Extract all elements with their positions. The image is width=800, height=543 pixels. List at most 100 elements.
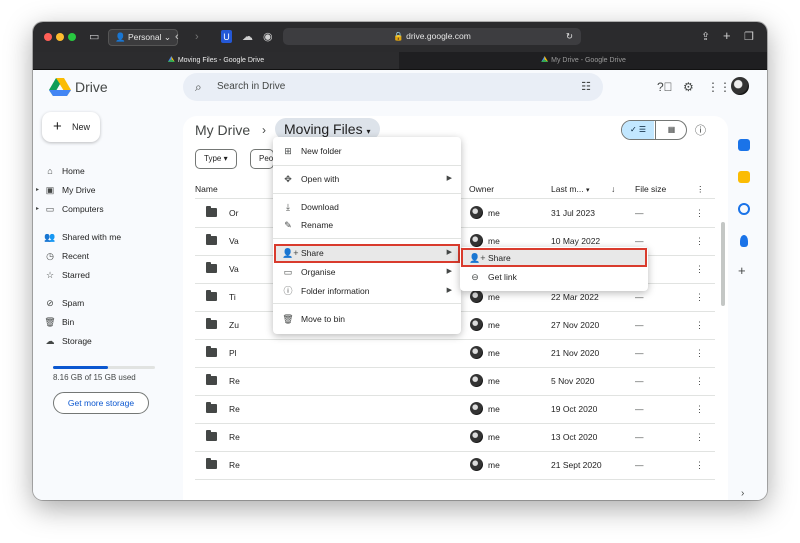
zoom-window-button[interactable] [68,33,76,41]
expand-arrow-icon[interactable]: ▸ [36,181,39,199]
search-options-icon[interactable]: ☷ [581,80,591,93]
search-input[interactable]: Search in Drive [217,73,285,101]
menu-item-organise[interactable]: ▭ Organise ▶ [273,263,461,281]
type-filter-chip[interactable]: Type ▾ [195,149,237,169]
address-bar[interactable]: 🔒 drive.google.com ↻ [283,28,581,45]
add-addon-icon[interactable]: + [738,263,746,278]
breadcrumb-separator-icon: › [262,123,266,137]
menu-item-label: Open with [301,174,340,184]
reload-icon[interactable]: ↻ [566,28,573,45]
folder-icon [206,234,217,245]
table-row[interactable]: Re me 5 Nov 2020 — ⋮ [195,367,715,396]
menu-item-download[interactable]: ⤓ Download [273,198,461,216]
sidebar-item-recent[interactable]: ◷ Recent [43,247,89,265]
table-row[interactable]: Re me 13 Oct 2020 — ⋮ [195,423,715,452]
browser-titlebar: ▭ 👤 Personal ⌄ ‹ › U ☁ ◉ 🔒 drive.google.… [33,22,767,52]
menu-item-move-to-bin[interactable]: 🗑 Move to bin [273,310,461,328]
profile-selector[interactable]: 👤 Personal ⌄ [108,29,178,46]
calendar-icon[interactable] [738,139,750,151]
file-size: — [635,432,644,442]
view-toggle[interactable]: ✓ ☰ ▦ [621,120,687,140]
more-actions-icon[interactable]: ⋮ [695,227,704,255]
column-header-modified[interactable]: Last m... ▾ [551,182,589,198]
sort-direction-icon[interactable]: ↓ [611,182,615,196]
sidebar-item-spam[interactable]: ⊘ Spam [43,294,84,312]
submenu-item-get-link[interactable]: ⊖ Get link [460,268,648,286]
more-actions-icon[interactable]: ⋮ [695,367,704,395]
sidebar-item-my-drive[interactable]: ▸ ▣ My Drive [36,181,96,199]
submenu-item-share[interactable]: 👤+ Share [460,249,648,267]
more-actions-icon[interactable]: ⋮ [695,395,704,423]
column-header-file-size[interactable]: File size [635,182,666,196]
more-actions-icon[interactable]: ⋮ [695,255,704,283]
table-row[interactable]: Re me 19 Oct 2020 — ⋮ [195,395,715,424]
tab-moving-files[interactable]: Moving Files - Google Drive [33,52,399,69]
people-filter-chip[interactable]: Peo [250,149,274,169]
sidebar-item-starred[interactable]: ☆ Starred [43,266,90,284]
owner-text: me [488,208,500,218]
more-actions-icon[interactable]: ⋮ [695,311,704,339]
apps-grid-icon[interactable]: ⋮⋮ [707,80,731,94]
table-row[interactable]: Re me 21 Sept 2020 — ⋮ [195,451,715,480]
menu-item-share[interactable]: 👤+ Share ▶ [273,244,461,262]
password-manager-icon[interactable]: U [221,30,232,43]
contacts-icon[interactable] [740,235,748,247]
tab-my-drive[interactable]: My Drive - Google Drive [400,52,767,69]
column-options-icon[interactable]: ⋮ [696,182,705,196]
share-icon[interactable]: ⇪ [701,30,710,44]
owner-avatar [470,430,483,443]
info-icon[interactable]: ⓘ [695,122,706,138]
folder-icon [206,262,217,273]
extension-globe-icon[interactable]: ◉ [263,30,273,44]
search-icon[interactable]: ⌕ [195,80,202,95]
sidebar-item-computers[interactable]: ▸ ▭ Computers [36,200,104,218]
side-panel-toggle-icon[interactable]: › [741,488,744,499]
file-list-scrollbar[interactable] [721,222,725,306]
more-actions-icon[interactable]: ⋮ [695,423,704,451]
menu-item-open-with[interactable]: ✥ Open with ▶ [273,170,461,188]
help-icon[interactable]: ?⃝ [657,80,673,94]
list-view-button[interactable]: ✓ ☰ [622,121,654,139]
minimize-window-button[interactable] [56,33,64,41]
close-window-button[interactable] [44,33,52,41]
sidebar-item-storage[interactable]: ☁ Storage [43,332,92,350]
sidebar-toggle-icon[interactable]: ▭ [89,30,99,44]
settings-icon[interactable]: ⚙ [683,80,694,94]
home-icon: ⌂ [47,166,53,176]
extension-icon[interactable]: ☁ [242,30,253,44]
tasks-icon[interactable] [738,203,750,215]
new-tab-icon[interactable]: + [723,29,731,43]
sidebar-item-home[interactable]: ⌂ Home [43,162,84,180]
breadcrumb-my-drive[interactable]: My Drive [195,120,250,140]
column-header-name[interactable]: Name [195,182,218,196]
sidebar-item-label: Spam [62,298,85,308]
more-actions-icon[interactable]: ⋮ [695,339,704,367]
menu-item-folder-information[interactable]: ⓘ Folder information ▶ [273,282,461,300]
search-bar[interactable]: ⌕ Search in Drive ☷ [183,73,603,101]
grid-view-button[interactable]: ▦ [655,121,686,139]
menu-item-new-folder[interactable]: ⊞ New folder [273,142,461,160]
new-button[interactable]: + New [42,112,100,142]
column-header-owner[interactable]: Owner [469,182,494,196]
tab-overview-icon[interactable]: ❐ [744,30,754,44]
sidebar-item-shared[interactable]: 👥 Shared with me [43,228,121,246]
expand-arrow-icon[interactable]: ▸ [36,200,39,218]
table-row[interactable]: Pl me 21 Nov 2020 — ⋮ [195,339,715,368]
drive-logo-icon [49,78,71,96]
account-avatar[interactable] [731,77,749,95]
file-name: Ti [229,292,236,302]
sidebar-item-bin[interactable]: 🗑 Bin [43,313,74,331]
menu-item-label: Download [301,202,339,212]
menu-item-rename[interactable]: ✎ Rename [273,216,461,234]
file-name: Pl [229,348,237,358]
sort-dropdown-icon: ▾ [585,187,590,194]
keep-icon[interactable] [738,171,750,183]
back-icon[interactable]: ‹ [175,30,179,44]
more-actions-icon[interactable]: ⋮ [695,283,704,311]
owner-avatar [470,374,483,387]
forward-icon[interactable]: › [195,30,199,44]
file-size: — [635,348,644,358]
more-actions-icon[interactable]: ⋮ [695,451,704,479]
get-more-storage-button[interactable]: Get more storage [53,392,149,414]
more-actions-icon[interactable]: ⋮ [695,199,704,227]
